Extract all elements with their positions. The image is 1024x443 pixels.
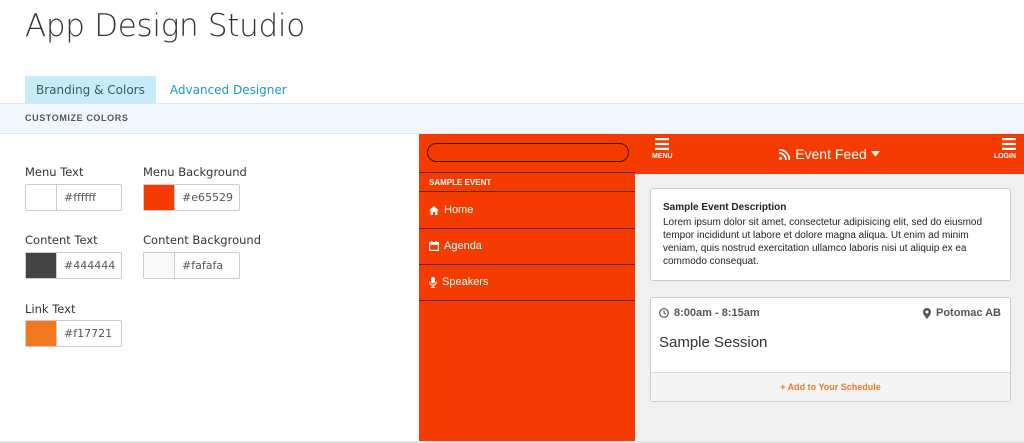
preview-side-menu: SAMPLE EVENT Home Agenda Speakers bbox=[419, 134, 635, 443]
session-location-text: Potomac AB bbox=[936, 307, 1001, 319]
add-to-schedule-label: Add to Your Schedule bbox=[787, 382, 881, 392]
menu-item-label: Home bbox=[444, 204, 474, 216]
clock-icon bbox=[659, 308, 669, 318]
menu-text-hex-input[interactable]: #ffffff bbox=[57, 185, 121, 210]
preview-feed-dropdown[interactable]: Event Feed bbox=[635, 146, 1024, 162]
menu-item-label: Agenda bbox=[444, 240, 482, 252]
feed-title: Event Feed bbox=[795, 146, 867, 162]
preview-menu-item-home[interactable]: Home bbox=[419, 192, 635, 228]
content-background-color-field[interactable]: #fafafa bbox=[143, 252, 240, 279]
tab-bar: Branding & Colors Advanced Designer bbox=[25, 76, 298, 104]
preview-login-button[interactable]: LOGIN bbox=[994, 138, 1016, 160]
preview-app-header: MENU Event Feed LOGIN bbox=[635, 134, 1024, 174]
hamburger-icon bbox=[1002, 138, 1016, 150]
tab-branding-colors[interactable]: Branding & Colors bbox=[25, 76, 156, 104]
menu-divider bbox=[419, 300, 635, 301]
content-text-color-field[interactable]: #444444 bbox=[25, 252, 122, 279]
preview-menu-heading: SAMPLE EVENT bbox=[429, 178, 492, 187]
content-background-hex-input[interactable]: #fafafa bbox=[175, 253, 239, 278]
microphone-icon bbox=[429, 276, 437, 288]
preview-menu-item-speakers[interactable]: Speakers bbox=[419, 264, 635, 300]
caret-down-icon bbox=[870, 151, 880, 157]
event-description-card: Sample Event Description Lorem ipsum dol… bbox=[650, 188, 1011, 281]
section-header: CUSTOMIZE COLORS bbox=[0, 103, 1024, 134]
menu-divider bbox=[419, 172, 635, 173]
menu-background-color-field[interactable]: #e65529 bbox=[143, 184, 240, 211]
tab-advanced-designer[interactable]: Advanced Designer bbox=[156, 76, 298, 104]
content-text-swatch[interactable] bbox=[26, 253, 57, 278]
description-title: Sample Event Description bbox=[663, 202, 787, 213]
link-text-swatch[interactable] bbox=[26, 321, 57, 346]
content-background-label: Content Background bbox=[143, 233, 261, 247]
preview-menu-search-input[interactable] bbox=[427, 143, 629, 162]
section-title: CUSTOMIZE COLORS bbox=[25, 113, 129, 123]
session-title[interactable]: Sample Session bbox=[659, 334, 767, 351]
preview-menu-item-agenda[interactable]: Agenda bbox=[419, 228, 635, 264]
link-text-hex-input[interactable]: #f17721 bbox=[57, 321, 121, 346]
menu-item-label: Speakers bbox=[442, 276, 489, 288]
map-marker-icon bbox=[923, 307, 931, 319]
menu-text-swatch[interactable] bbox=[26, 185, 57, 210]
menu-text-color-field[interactable]: #ffffff bbox=[25, 184, 122, 211]
link-text-label: Link Text bbox=[25, 302, 76, 316]
plus-icon: + bbox=[780, 382, 786, 392]
link-text-color-field[interactable]: #f17721 bbox=[25, 320, 122, 347]
content-background-swatch[interactable] bbox=[144, 253, 175, 278]
page-title: App Design Studio bbox=[25, 8, 305, 44]
menu-text-label: Menu Text bbox=[25, 165, 84, 179]
rss-icon bbox=[779, 148, 791, 160]
session-time: 8:00am - 8:15am bbox=[659, 307, 760, 319]
session-time-text: 8:00am - 8:15am bbox=[674, 307, 760, 319]
menu-background-hex-input[interactable]: #e65529 bbox=[175, 185, 239, 210]
home-icon bbox=[429, 205, 439, 215]
add-to-schedule-button[interactable]: + Add to Your Schedule bbox=[651, 372, 1010, 401]
session-location: Potomac AB bbox=[923, 307, 1001, 319]
preview-content-area: Sample Event Description Lorem ipsum dol… bbox=[635, 174, 1024, 443]
content-text-label: Content Text bbox=[25, 233, 98, 247]
session-card: 8:00am - 8:15am Potomac AB Sample Sessio… bbox=[650, 297, 1011, 402]
calendar-icon bbox=[429, 241, 439, 251]
menu-background-swatch[interactable] bbox=[144, 185, 175, 210]
login-button-label: LOGIN bbox=[993, 153, 1016, 160]
menu-background-label: Menu Background bbox=[143, 165, 247, 179]
description-body: Lorem ipsum dolor sit amet, consectetur … bbox=[663, 217, 983, 267]
content-text-hex-input[interactable]: #444444 bbox=[57, 253, 121, 278]
